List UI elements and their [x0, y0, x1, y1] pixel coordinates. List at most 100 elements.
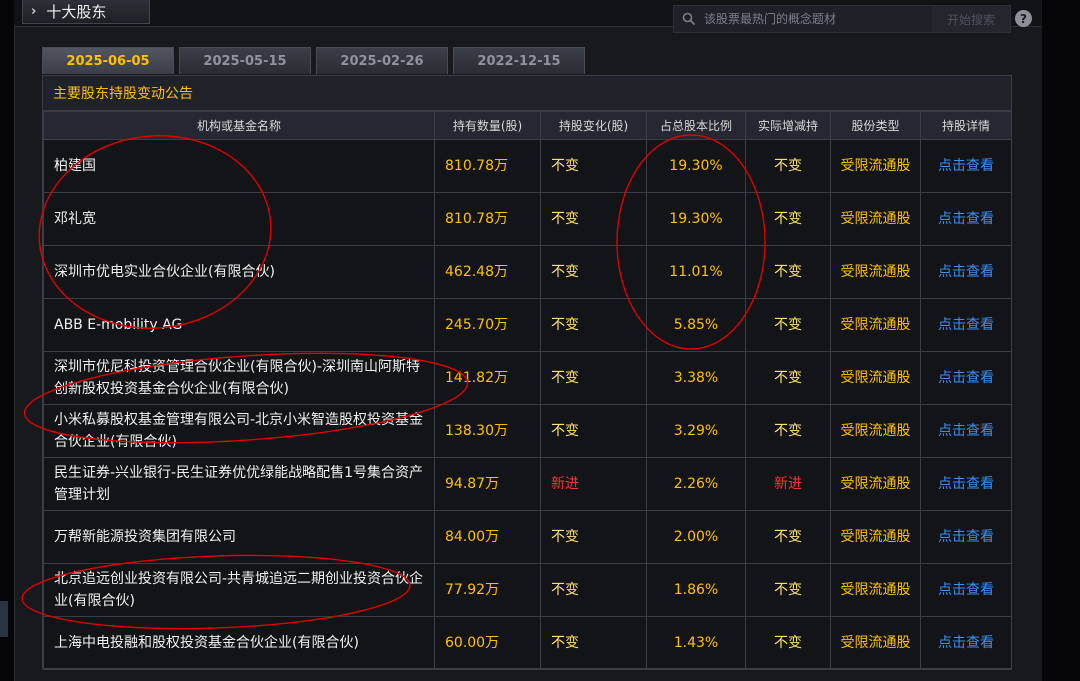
share-type: 受限流通股 [830, 563, 921, 617]
holding-qty: 810.78万 [434, 192, 541, 246]
actual-change: 不变 [745, 139, 831, 193]
holding-change: 不变 [540, 510, 647, 564]
col-header-name: 机构或基金名称 [43, 111, 435, 140]
shareholder-table-panel: 主要股东持股变动公告 机构或基金名称 持有数量(股) 持股变化(股) 占总股本比… [42, 75, 1012, 670]
actual-change: 不变 [745, 563, 831, 617]
section-title: 十大股东 [46, 3, 107, 21]
share-type: 受限流通股 [830, 139, 921, 193]
table-row: 柏建国 810.78万 不变 19.30% 不变 受限流通股 点击查看 [43, 139, 1012, 193]
share-type: 受限流通股 [830, 298, 921, 352]
tab-2025-06-05[interactable]: 2025-06-05 [42, 47, 174, 74]
share-type: 受限流通股 [830, 404, 921, 458]
holding-qty: 245.70万 [434, 298, 541, 352]
holding-pct: 3.38% [646, 351, 746, 405]
col-header-actual: 实际增减持 [745, 111, 831, 140]
table-row: 北京追远创业投资有限公司-共青城追远二期创业投资合伙企业(有限合伙) 77.92… [43, 563, 1012, 617]
actual-change: 不变 [745, 616, 831, 670]
concept-search-box: 开始搜索 [673, 5, 1011, 33]
table-header-row: 机构或基金名称 持有数量(股) 持股变化(股) 占总股本比例 实际增减持 股份类… [43, 111, 1012, 140]
chevron-right-icon: › [31, 4, 37, 19]
holding-change: 不变 [540, 192, 647, 246]
holding-change: 不变 [540, 245, 647, 299]
detail-link[interactable]: 点击查看 [920, 298, 1012, 352]
detail-link[interactable]: 点击查看 [920, 404, 1012, 458]
share-type: 受限流通股 [830, 616, 921, 670]
holding-pct: 2.00% [646, 510, 746, 564]
col-header-detail: 持股详情 [920, 111, 1012, 140]
holding-pct: 19.30% [646, 139, 746, 193]
table-row: 深圳市优电实业合伙企业(有限合伙) 462.48万 不变 11.01% 不变 受… [43, 245, 1012, 299]
holding-qty: 138.30万 [434, 404, 541, 458]
col-header-qty: 持有数量(股) [434, 111, 541, 140]
holding-pct: 19.30% [646, 192, 746, 246]
holder-name: 民生证券-兴业银行-民生证券优优绿能战略配售1号集合资产管理计划 [43, 457, 435, 511]
holding-change: 不变 [540, 139, 647, 193]
holding-pct: 1.86% [646, 563, 746, 617]
table-row: 深圳市优尼科投资管理合伙企业(有限合伙)-深圳南山阿斯特创新股权投资基金合伙企业… [43, 351, 1012, 405]
holder-name: 北京追远创业投资有限公司-共青城追远二期创业投资合伙企业(有限合伙) [43, 563, 435, 617]
holding-change: 不变 [540, 298, 647, 352]
holding-qty: 462.48万 [434, 245, 541, 299]
actual-change: 不变 [745, 298, 831, 352]
holding-change: 新进 [540, 457, 647, 511]
holding-qty: 94.87万 [434, 457, 541, 511]
share-type: 受限流通股 [830, 192, 921, 246]
holding-change: 不变 [540, 404, 647, 458]
search-button[interactable]: 开始搜索 [932, 6, 1010, 32]
actual-change: 不变 [745, 245, 831, 299]
search-input[interactable] [702, 11, 926, 27]
detail-link[interactable]: 点击查看 [920, 510, 1012, 564]
share-type: 受限流通股 [830, 510, 921, 564]
holding-qty: 141.82万 [434, 351, 541, 405]
detail-link[interactable]: 点击查看 [920, 616, 1012, 670]
actual-change: 新进 [745, 457, 831, 511]
tab-2025-02-26[interactable]: 2025-02-26 [316, 47, 448, 74]
detail-link[interactable]: 点击查看 [920, 351, 1012, 405]
share-type: 受限流通股 [830, 351, 921, 405]
actual-change: 不变 [745, 510, 831, 564]
col-header-change: 持股变化(股) [540, 111, 647, 140]
holding-change: 不变 [540, 616, 647, 670]
holder-name: ABB E-mobility AG [43, 298, 435, 352]
holding-pct: 5.85% [646, 298, 746, 352]
detail-link[interactable]: 点击查看 [920, 245, 1012, 299]
detail-link[interactable]: 点击查看 [920, 192, 1012, 246]
holding-pct: 2.26% [646, 457, 746, 511]
table-caption: 主要股东持股变动公告 [43, 76, 1011, 111]
tab-2025-05-15[interactable]: 2025-05-15 [179, 47, 311, 74]
detail-link[interactable]: 点击查看 [920, 139, 1012, 193]
table-row: 万帮新能源投资集团有限公司 84.00万 不变 2.00% 不变 受限流通股 点… [43, 510, 1012, 564]
holder-name: 上海中电投融和股权投资基金合伙企业(有限合伙) [43, 616, 435, 670]
holder-name: 深圳市优电实业合伙企业(有限合伙) [43, 245, 435, 299]
holder-name: 邓礼宽 [43, 192, 435, 246]
col-header-pct: 占总股本比例 [646, 111, 746, 140]
holding-change: 不变 [540, 563, 647, 617]
actual-change: 不变 [745, 351, 831, 405]
table-row: 小米私募股权基金管理有限公司-北京小米智造股权投资基金合伙企业(有限合伙) 13… [43, 404, 1012, 458]
table-row: ABB E-mobility AG 245.70万 不变 5.85% 不变 受限… [43, 298, 1012, 352]
col-header-type: 股份类型 [830, 111, 921, 140]
holding-change: 不变 [540, 351, 647, 405]
holder-name: 小米私募股权基金管理有限公司-北京小米智造股权投资基金合伙企业(有限合伙) [43, 404, 435, 458]
help-icon[interactable]: ? [1015, 10, 1032, 27]
holding-qty: 810.78万 [434, 139, 541, 193]
share-type: 受限流通股 [830, 245, 921, 299]
holding-pct: 1.43% [646, 616, 746, 670]
detail-link[interactable]: 点击查看 [920, 457, 1012, 511]
tab-2022-12-15[interactable]: 2022-12-15 [453, 47, 585, 74]
table-row: 民生证券-兴业银行-民生证券优优绿能战略配售1号集合资产管理计划 94.87万 … [43, 457, 1012, 511]
holding-pct: 11.01% [646, 245, 746, 299]
detail-link[interactable]: 点击查看 [920, 563, 1012, 617]
holding-qty: 77.92万 [434, 563, 541, 617]
holding-qty: 60.00万 [434, 616, 541, 670]
shareholder-table: 机构或基金名称 持有数量(股) 持股变化(股) 占总股本比例 实际增减持 股份类… [43, 111, 1012, 670]
holding-pct: 3.29% [646, 404, 746, 458]
table-row: 上海中电投融和股权投资基金合伙企业(有限合伙) 60.00万 不变 1.43% … [43, 616, 1012, 670]
search-icon [682, 12, 696, 26]
holder-name: 柏建国 [43, 139, 435, 193]
section-title-tab[interactable]: › 十大股东 [22, 0, 150, 24]
table-row: 邓礼宽 810.78万 不变 19.30% 不变 受限流通股 点击查看 [43, 192, 1012, 246]
share-type: 受限流通股 [830, 457, 921, 511]
actual-change: 不变 [745, 404, 831, 458]
holder-name: 深圳市优尼科投资管理合伙企业(有限合伙)-深圳南山阿斯特创新股权投资基金合伙企业… [43, 351, 435, 405]
